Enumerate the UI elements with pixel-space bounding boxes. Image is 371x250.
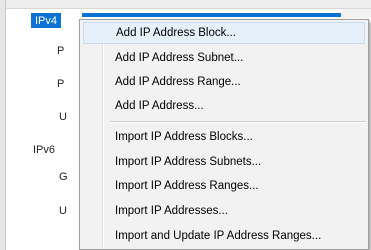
tree-item-u1[interactable]: U: [59, 111, 67, 123]
menu-item-import-ip-address-subnets[interactable]: Import IP Address Subnets...: [83, 151, 365, 173]
panel-edge: [341, 9, 371, 18]
menu-separator: [110, 121, 366, 123]
panel-header-strip: [0, 0, 371, 9]
menu-item-import-ip-address-blocks[interactable]: Import IP Address Blocks...: [83, 126, 365, 148]
menu-item-import-ip-address-ranges[interactable]: Import IP Address Ranges...: [83, 175, 365, 197]
tree-item-ipv4[interactable]: IPv4: [31, 13, 62, 28]
menu-item-import-and-update-ip-address-ranges[interactable]: Import and Update IP Address Ranges...: [83, 225, 365, 247]
tree-item-p2[interactable]: P: [57, 78, 64, 90]
panel-left-border: [0, 0, 6, 250]
tree-item-p1[interactable]: P: [57, 45, 64, 57]
menu-item-add-ip-address-range[interactable]: Add IP Address Range...: [83, 71, 365, 93]
selection-highlight: [82, 13, 363, 17]
context-menu: Add IP Address Block... Add IP Address S…: [79, 19, 369, 250]
tree-item-g[interactable]: G: [59, 171, 68, 183]
menu-item-add-ip-address-subnet[interactable]: Add IP Address Subnet...: [83, 47, 365, 69]
menu-item-add-ip-address-block[interactable]: Add IP Address Block...: [83, 22, 365, 44]
menu-item-import-ip-addresses[interactable]: Import IP Addresses...: [83, 200, 365, 222]
menu-item-add-ip-address[interactable]: Add IP Address...: [83, 95, 365, 117]
tree-item-u2[interactable]: U: [59, 205, 67, 217]
tree-item-ipv6[interactable]: IPv6: [33, 144, 55, 156]
